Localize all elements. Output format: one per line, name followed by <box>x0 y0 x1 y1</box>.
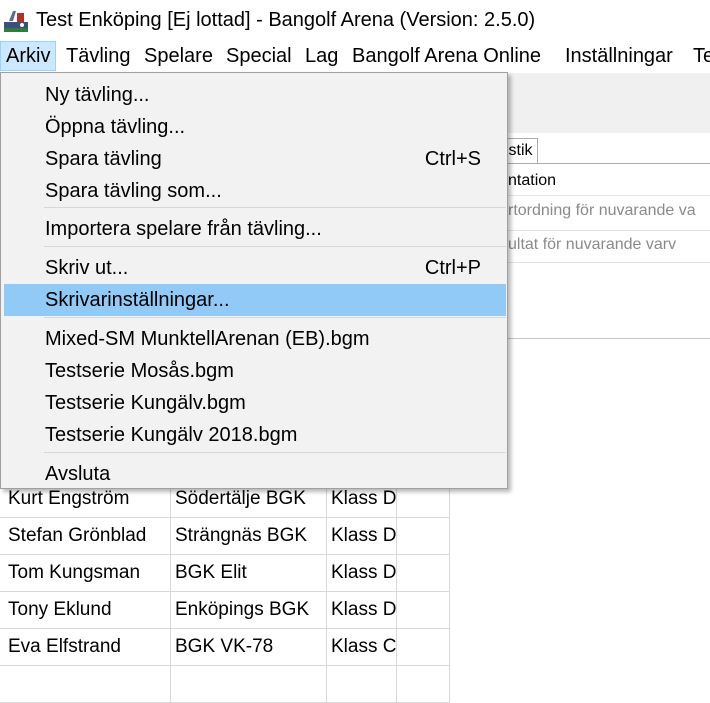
presentation-option-startordning[interactable]: rtordning för nuvarande va <box>508 202 696 220</box>
table-row[interactable]: Eva Elfstrand BGK VK-78 Klass C <box>0 629 450 666</box>
menu-item-label: Spara tävling som... <box>45 180 222 202</box>
menu-item-oppna-tavling[interactable]: Öppna tävling... <box>4 111 506 143</box>
table-row[interactable]: Stefan Grönblad Strängnäs BGK Klass D <box>0 518 450 555</box>
menu-separator <box>44 317 506 318</box>
menu-item-label: Ny tävling... <box>45 84 150 106</box>
menu-item-skriv-ut[interactable]: Skriv ut... Ctrl+P <box>4 252 506 284</box>
empty-cell[interactable] <box>171 666 327 702</box>
player-club-cell[interactable]: BGK VK-78 <box>171 629 327 665</box>
menu-lag[interactable]: Lag <box>300 41 343 71</box>
menu-item-label: Testserie Kungälv 2018.bgm <box>45 424 298 446</box>
menu-item-skrivarinstallningar[interactable]: Skrivarinställningar... <box>4 284 506 316</box>
divider <box>490 195 710 196</box>
menu-item-shortcut: Ctrl+P <box>424 257 481 279</box>
menu-item-spara-tavling-som[interactable]: Spara tävling som... <box>4 175 506 207</box>
menu-tavling[interactable]: Tävling <box>61 41 135 71</box>
player-class-cell[interactable]: Klass D <box>327 592 397 628</box>
menu-item-recent-file[interactable]: Testserie Kungälv.bgm <box>4 387 506 419</box>
empty-cell[interactable] <box>0 666 171 702</box>
player-name-cell[interactable]: Stefan Grönblad <box>0 518 171 554</box>
menu-item-recent-file[interactable]: Mixed-SM MunktellArenan (EB).bgm <box>4 323 506 355</box>
empty-cell[interactable] <box>397 592 450 628</box>
menu-item-ny-tavling[interactable]: Ny tävling... <box>4 79 506 111</box>
menu-item-avsluta[interactable]: Avsluta <box>4 458 506 490</box>
menu-item-label: Öppna tävling... <box>45 116 186 138</box>
menu-te[interactable]: Te <box>688 41 710 71</box>
menu-item-label: Importera spelare från tävling... <box>45 218 322 240</box>
menu-item-label: Mixed-SM MunktellArenan (EB).bgm <box>45 328 370 350</box>
menu-item-recent-file[interactable]: Testserie Kungälv 2018.bgm <box>4 419 506 451</box>
menu-bar: Arkiv Tävling Spelare Special Lag Bangol… <box>0 40 710 73</box>
player-class-cell[interactable]: Klass D <box>327 518 397 554</box>
presentation-option-resultat[interactable]: ultat för nuvarande varv <box>508 236 676 254</box>
menu-arkiv[interactable]: Arkiv <box>0 41 57 71</box>
player-class-cell[interactable]: Klass C <box>327 629 397 665</box>
menu-item-label: Spara tävling <box>45 148 162 170</box>
menu-installningar[interactable]: Inställningar <box>560 41 678 71</box>
menu-item-label: Skriv ut... <box>45 257 129 279</box>
menu-item-label: Testserie Kungälv.bgm <box>45 392 246 414</box>
empty-cell[interactable] <box>397 666 450 702</box>
menu-separator <box>44 452 506 453</box>
menu-bangolf-arena-online[interactable]: Bangolf Arena Online <box>347 41 546 71</box>
menu-separator <box>44 207 506 208</box>
title-bar: Test Enköping [Ej lottad] - Bangolf Aren… <box>0 0 710 40</box>
table-row[interactable]: Tom Kungsman BGK Elit Klass D <box>0 555 450 592</box>
menu-separator <box>44 246 506 247</box>
table-row[interactable] <box>0 666 450 703</box>
presentation-group-label: ntation <box>508 172 557 189</box>
player-name-cell[interactable]: Tony Eklund <box>0 592 171 628</box>
player-name-cell[interactable]: Eva Elfstrand <box>0 629 171 665</box>
menu-item-label: Skrivarinställningar... <box>45 289 230 311</box>
empty-cell[interactable] <box>397 555 450 591</box>
divider <box>490 262 710 263</box>
menu-item-importera-spelare[interactable]: Importera spelare från tävling... <box>4 213 506 245</box>
empty-cell[interactable] <box>397 518 450 554</box>
menu-item-recent-file[interactable]: Testserie Mosås.bgm <box>4 355 506 387</box>
window-title: Test Enköping [Ej lottad] - Bangolf Aren… <box>36 9 536 31</box>
player-club-cell[interactable]: Strängnäs BGK <box>171 518 327 554</box>
bangolf-arena-icon <box>3 7 29 33</box>
menu-item-label: Testserie Mosås.bgm <box>45 360 234 382</box>
menu-item-shortcut: Ctrl+S <box>424 148 481 170</box>
divider <box>490 230 710 231</box>
empty-cell[interactable] <box>397 629 450 665</box>
table-row[interactable]: Tony Eklund Enköpings BGK Klass D <box>0 592 450 629</box>
menu-spelare[interactable]: Spelare <box>139 41 218 71</box>
arkiv-dropdown-menu: Ny tävling... Öppna tävling... Spara täv… <box>0 72 508 489</box>
player-name-cell[interactable]: Tom Kungsman <box>0 555 171 591</box>
menu-item-spara-tavling[interactable]: Spara tävling Ctrl+S <box>4 143 506 175</box>
player-club-cell[interactable]: Enköpings BGK <box>171 592 327 628</box>
player-class-cell[interactable]: Klass D <box>327 555 397 591</box>
player-club-cell[interactable]: BGK Elit <box>171 555 327 591</box>
menu-item-label: Avsluta <box>45 463 111 485</box>
empty-cell[interactable] <box>327 666 397 702</box>
menu-special[interactable]: Special <box>221 41 297 71</box>
